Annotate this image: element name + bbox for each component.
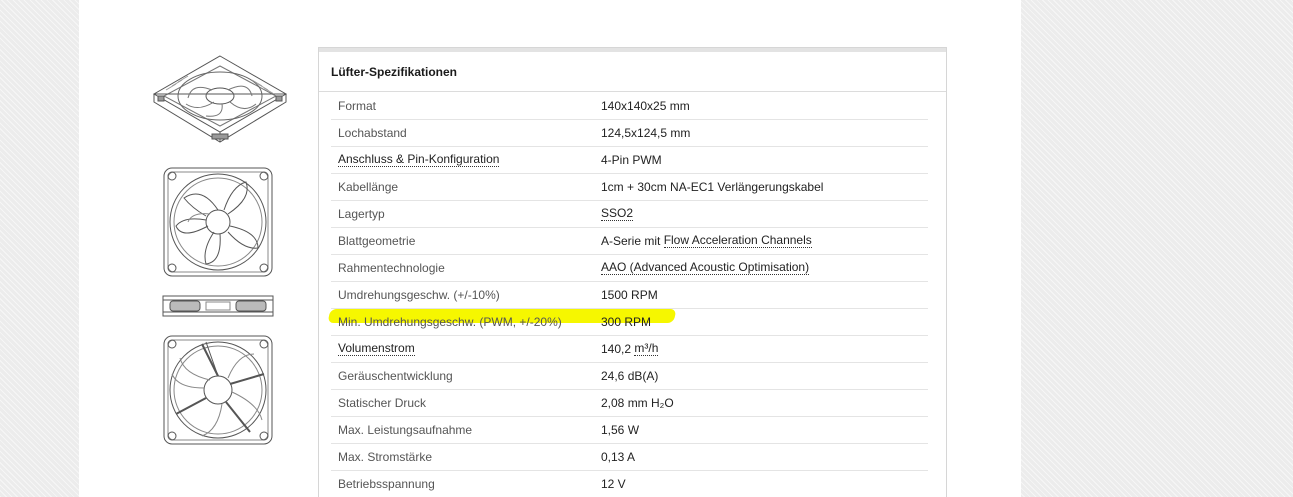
spec-row-min-rotational-speed: Min. Umdrehungsgeschw. (PWM, +/-20%) 300… <box>331 309 928 336</box>
spec-label: Betriebsspannung <box>338 477 435 491</box>
spec-panel-title: Lüfter-Spezifikationen <box>331 64 458 79</box>
spec-value: 1cm + 30cm NA-EC1 Verlängerungskabel <box>601 180 824 194</box>
spec-row-airflow: Volumenstrom 140,2 m³/h <box>331 336 928 363</box>
spec-label: Max. Leistungsaufnahme <box>338 423 473 437</box>
spec-row-blade-geometry: Blattgeometrie A-Serie mit Flow Accelera… <box>331 228 928 255</box>
fan-back-thumbnail[interactable] <box>162 334 274 446</box>
spec-row-cable-length: Kabellänge 1cm + 30cm NA-EC1 Verlängerun… <box>331 174 928 201</box>
spec-label: Lagertyp <box>338 207 385 221</box>
airflow-unit-link[interactable]: m³/h <box>634 342 659 356</box>
spec-row-max-current: Max. Stromstärke 0,13 A <box>331 444 928 471</box>
spec-row-hole-spacing: Lochabstand 124,5x124,5 mm <box>331 120 928 147</box>
spec-value: AAO (Advanced Acoustic Optimisation) <box>601 255 810 281</box>
spec-value: 12 V <box>601 477 626 491</box>
fan-isometric-thumbnail[interactable] <box>152 54 288 146</box>
spec-label: Statischer Druck <box>338 396 427 410</box>
fan-specifications-panel: Lüfter-Spezifikationen Format 140x140x25… <box>318 47 947 497</box>
spec-row-voltage: Betriebsspannung 12 V <box>331 471 928 497</box>
spec-value: 0,13 A <box>601 450 636 464</box>
spec-label: Blattgeometrie <box>338 234 416 248</box>
connector-pin-config-link[interactable]: Anschluss & Pin-Konfiguration <box>338 153 500 167</box>
spec-label: Kabellänge <box>338 180 399 194</box>
spec-value: 4-Pin PWM <box>601 153 662 167</box>
blade-geometry-text: A-Serie mit <box>601 234 664 248</box>
fan-side-thumbnail[interactable] <box>162 294 274 318</box>
spec-label: Rahmentechnologie <box>338 261 445 275</box>
spec-table: Format 140x140x25 mm Lochabstand 124,5x1… <box>331 93 928 497</box>
spec-label: Volumenstrom <box>338 336 415 362</box>
spec-panel-header: Lüfter-Spezifikationen <box>319 48 946 92</box>
spec-label: Max. Stromstärke <box>338 450 433 464</box>
spec-label: Lochabstand <box>338 126 407 140</box>
spec-value: 140,2 m³/h <box>601 336 659 362</box>
fan-isometric-icon <box>152 55 288 143</box>
spec-value: 140x140x25 mm <box>601 99 690 113</box>
spec-value: 24,6 dB(A) <box>601 369 659 383</box>
spec-value: 1500 RPM <box>601 288 658 302</box>
sso2-link[interactable]: SSO2 <box>601 207 634 221</box>
spec-row-static-pressure: Statischer Druck 2,08 mm H₂O <box>331 390 928 417</box>
spec-value: 300 RPM <box>601 315 652 329</box>
spec-row-max-power: Max. Leistungsaufnahme 1,56 W <box>331 417 928 444</box>
fan-front-thumbnail[interactable] <box>162 166 274 278</box>
spec-label: Anschluss & Pin-Konfiguration <box>338 147 500 173</box>
spec-row-frame-technology: Rahmentechnologie AAO (Advanced Acoustic… <box>331 255 928 282</box>
fan-back-icon <box>163 335 273 445</box>
airflow-value-text: 140,2 <box>601 342 635 356</box>
spec-label: Geräuschentwicklung <box>338 369 453 383</box>
spec-label: Min. Umdrehungsgeschw. (PWM, +/-20%) <box>338 315 562 329</box>
spec-row-connector: Anschluss & Pin-Konfiguration 4-Pin PWM <box>331 147 928 174</box>
spec-value: 2,08 mm H₂O <box>601 396 674 410</box>
spec-label: Umdrehungsgeschw. (+/-10%) <box>338 288 500 302</box>
spec-value: 124,5x124,5 mm <box>601 126 691 140</box>
fan-side-icon <box>162 295 274 317</box>
spec-row-noise: Geräuschentwicklung 24,6 dB(A) <box>331 363 928 390</box>
spec-row-bearing: Lagertyp SSO2 <box>331 201 928 228</box>
spec-value: A-Serie mit Flow Acceleration Channels <box>601 228 812 254</box>
flow-acceleration-channels-link[interactable]: Flow Acceleration Channels <box>663 234 812 248</box>
spec-value: 1,56 W <box>601 423 640 437</box>
spec-label: Format <box>338 99 377 113</box>
spec-value: SSO2 <box>601 201 634 227</box>
airflow-link[interactable]: Volumenstrom <box>338 342 415 356</box>
aao-link[interactable]: AAO (Advanced Acoustic Optimisation) <box>601 261 810 275</box>
spec-row-rotational-speed: Umdrehungsgeschw. (+/-10%) 1500 RPM <box>331 282 928 309</box>
spec-row-format: Format 140x140x25 mm <box>331 93 928 120</box>
fan-front-icon <box>163 167 273 277</box>
